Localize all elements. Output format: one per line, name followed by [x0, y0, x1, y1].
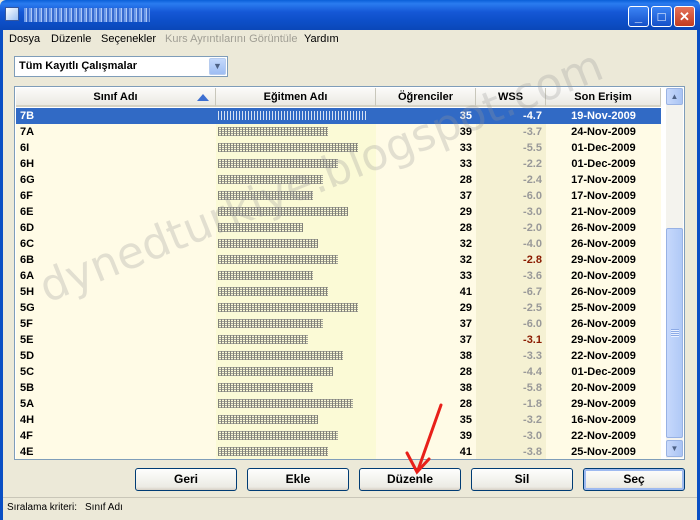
status-sort-label: Sıralama kriteri:	[7, 502, 78, 513]
annotation-arrow	[405, 403, 443, 475]
status-sort-value: Sınıf Adı	[85, 502, 123, 513]
status-bar: Sıralama kriteri: Sınıf Adı	[3, 497, 697, 517]
